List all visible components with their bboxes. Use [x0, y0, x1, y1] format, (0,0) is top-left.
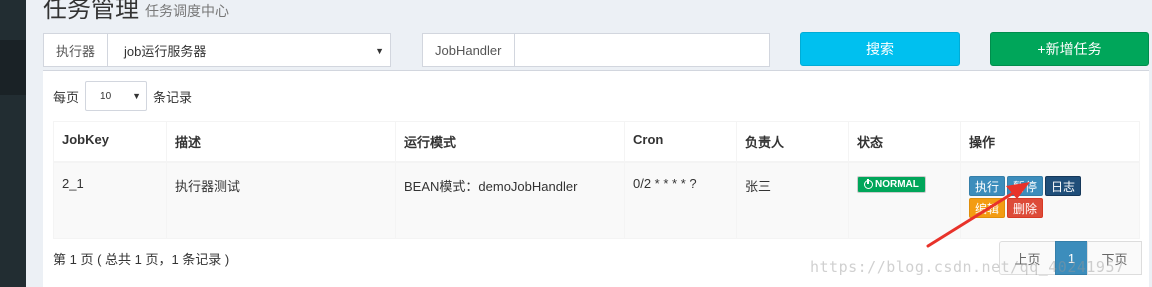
- executor-select[interactable]: job运行服务器 ▼: [108, 34, 390, 66]
- sidebar-active-block: [0, 40, 26, 95]
- jobhandler-label: JobHandler: [423, 34, 515, 66]
- table-row: 2_1 执行器测试 BEAN模式：demoJobHandler 0/2 * * …: [53, 161, 1140, 239]
- column-header-desc[interactable]: 描述: [166, 121, 396, 163]
- cell-desc: 执行器测试: [166, 161, 396, 239]
- cell-jobkey: 2_1: [53, 161, 167, 239]
- run-button[interactable]: 执行: [969, 176, 1006, 196]
- status-text: NORMAL: [875, 179, 919, 190]
- cell-cron: 0/2 * * * * ?: [624, 161, 737, 239]
- column-header-owner[interactable]: 负责人: [736, 121, 849, 163]
- cell-actions: 执行 暂停 日志 编辑 删除: [960, 161, 1140, 239]
- jobhandler-filter[interactable]: JobHandler: [422, 33, 770, 67]
- jobhandler-input[interactable]: [515, 34, 770, 66]
- search-button[interactable]: 搜索: [800, 32, 960, 66]
- column-header-cron[interactable]: Cron: [624, 121, 737, 163]
- per-page-prefix: 每页: [53, 89, 80, 105]
- executor-filter[interactable]: 执行器 job运行服务器 ▼: [43, 33, 391, 67]
- pause-button[interactable]: 暂停: [1007, 176, 1044, 196]
- action-buttons: 执行 暂停 日志 编辑 删除: [969, 176, 1089, 218]
- chevron-down-icon: ▼: [132, 91, 142, 101]
- column-header-status[interactable]: 状态: [848, 121, 961, 163]
- job-table: JobKey 描述 运行模式 Cron 负责人 状态 操作 2_1 执行器测试 …: [53, 121, 1140, 239]
- column-header-actions: 操作: [960, 121, 1140, 163]
- executor-label: 执行器: [44, 34, 109, 66]
- page-subtitle: 任务调度中心: [145, 3, 229, 19]
- job-list-box: 每页 10 ▼ 条记录 JobKey 描述 运行模式 Cron 负责人 状态 操…: [43, 70, 1149, 287]
- cell-mode: BEAN模式：demoJobHandler: [395, 161, 625, 239]
- sidebar-rail: [0, 0, 26, 287]
- status-badge: NORMAL: [857, 176, 926, 193]
- page-header: 任务管理 任务调度中心: [43, 0, 229, 22]
- power-icon: [864, 179, 873, 189]
- log-button[interactable]: 日志: [1045, 176, 1082, 196]
- table-header-row: JobKey 描述 运行模式 Cron 负责人 状态 操作: [53, 121, 1140, 163]
- watermark: https://blog.csdn.net/qq_40241957: [810, 258, 1125, 276]
- page-size-value: 10: [100, 90, 112, 102]
- page-title: 任务管理: [43, 0, 139, 23]
- add-job-button[interactable]: +新增任务: [990, 32, 1149, 66]
- per-page-suffix: 条记录: [153, 89, 193, 105]
- executor-select-value: job运行服务器: [124, 43, 207, 59]
- column-header-jobkey[interactable]: JobKey: [53, 121, 167, 163]
- edit-button[interactable]: 编辑: [969, 198, 1006, 218]
- page-size-select[interactable]: 10 ▼: [85, 81, 148, 111]
- chevron-down-icon: ▼: [375, 46, 384, 56]
- cell-owner: 张三: [736, 161, 849, 239]
- column-header-mode[interactable]: 运行模式: [395, 121, 625, 163]
- page-length-control: 每页 10 ▼ 条记录: [53, 81, 192, 111]
- cell-status: NORMAL: [848, 161, 961, 239]
- pagination-info: 第 1 页 ( 总共 1 页，1 条记录 ): [53, 252, 230, 267]
- delete-button[interactable]: 删除: [1007, 198, 1044, 218]
